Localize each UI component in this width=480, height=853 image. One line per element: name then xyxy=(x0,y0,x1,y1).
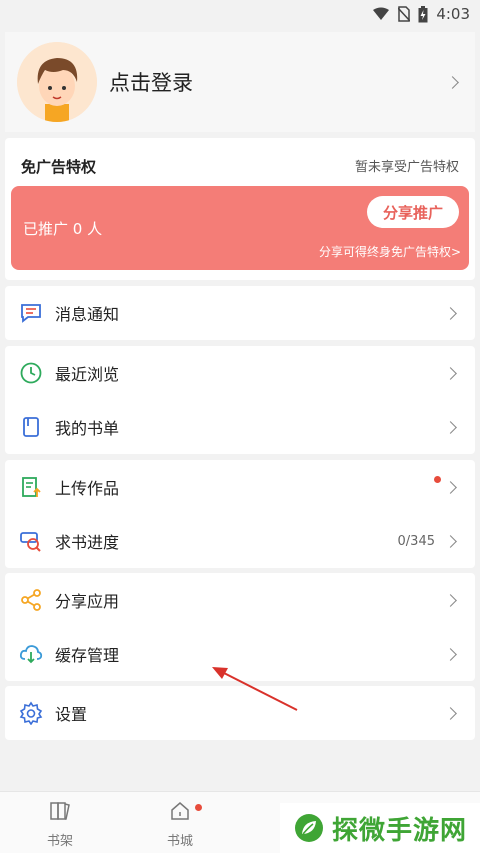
chevron-right-icon xyxy=(444,480,457,494)
message-icon xyxy=(19,301,43,325)
share-icon xyxy=(19,588,43,612)
menu-item-request-progress[interactable]: 求书进度 0/345 xyxy=(5,514,475,568)
menu-item-upload[interactable]: 上传作品 xyxy=(5,460,475,514)
share-tip-link[interactable]: 分享可得终身免广告特权> xyxy=(319,243,461,260)
promotion-banner: 已推广 0 人 分享推广 分享可得终身免广告特权> xyxy=(11,186,469,270)
tab-bookshelf[interactable]: 书架 xyxy=(30,800,90,849)
search-book-icon xyxy=(19,529,43,553)
watermark: 探微手游网 xyxy=(280,803,480,853)
menu-item-recent[interactable]: 最近浏览 xyxy=(5,346,475,400)
status-bar: 4:03 xyxy=(0,0,480,28)
bookshelf-icon xyxy=(49,800,71,826)
menu-label: 设置 xyxy=(55,705,88,724)
settings-icon xyxy=(19,701,43,725)
notification-dot xyxy=(434,476,441,483)
profile-login-row[interactable]: 点击登录 xyxy=(5,32,475,132)
request-progress-count: 0/345 xyxy=(397,533,435,549)
ad-privilege-title: 免广告特权 xyxy=(21,158,97,176)
cloud-download-icon xyxy=(19,642,43,666)
leaf-logo-icon xyxy=(294,813,324,843)
chevron-right-icon xyxy=(444,534,457,548)
clock-time: 4:03 xyxy=(436,5,470,23)
share-promote-button[interactable]: 分享推广 xyxy=(367,196,459,228)
chevron-right-icon xyxy=(444,420,457,434)
menu-label: 上传作品 xyxy=(55,479,120,498)
ad-privilege-status: 暂未享受广告特权 xyxy=(354,160,459,175)
avatar[interactable] xyxy=(17,42,97,122)
wifi-icon xyxy=(372,7,390,21)
menu-label: 缓存管理 xyxy=(55,646,120,665)
tab-bookstore[interactable]: 书城 xyxy=(150,800,210,849)
menu-group-messages: 消息通知 xyxy=(5,286,475,340)
menu-label: 分享应用 xyxy=(55,592,120,611)
chevron-right-icon xyxy=(446,75,459,89)
menu-group-settings: 设置 xyxy=(5,686,475,740)
store-icon xyxy=(169,800,191,826)
menu-item-settings[interactable]: 设置 xyxy=(5,686,475,740)
menu-group-app: 分享应用 缓存管理 xyxy=(5,573,475,681)
menu-group-reading: 最近浏览 我的书单 xyxy=(5,346,475,454)
notification-dot xyxy=(195,804,202,811)
menu-item-booklist[interactable]: 我的书单 xyxy=(5,400,475,454)
login-label[interactable]: 点击登录 xyxy=(109,67,193,97)
no-sim-icon xyxy=(398,6,411,22)
menu-label: 消息通知 xyxy=(55,305,120,324)
menu-item-share-app[interactable]: 分享应用 xyxy=(5,573,475,627)
watermark-text: 探微手游网 xyxy=(332,815,468,846)
tab-label: 书城 xyxy=(166,834,193,849)
chevron-right-icon xyxy=(444,593,457,607)
chevron-right-icon xyxy=(444,647,457,661)
chevron-right-icon xyxy=(444,366,457,380)
chevron-right-icon xyxy=(444,306,457,320)
chevron-right-icon xyxy=(444,706,457,720)
menu-group-works: 上传作品 求书进度 0/345 xyxy=(5,460,475,568)
menu-label: 最近浏览 xyxy=(55,365,120,384)
menu-label: 求书进度 xyxy=(55,533,120,552)
bookmark-icon xyxy=(19,415,43,439)
upload-icon xyxy=(19,475,43,499)
promoted-count: 已推广 0 人 xyxy=(23,220,103,238)
tab-label: 书架 xyxy=(46,834,73,849)
battery-charging-icon xyxy=(418,5,428,23)
ad-privilege-card: 免广告特权 暂未享受广告特权 已推广 0 人 分享推广 分享可得终身免广告特权> xyxy=(5,138,475,280)
clock-icon xyxy=(19,361,43,385)
menu-item-cache[interactable]: 缓存管理 xyxy=(5,627,475,681)
menu-item-messages[interactable]: 消息通知 xyxy=(5,286,475,340)
menu-label: 我的书单 xyxy=(55,419,120,438)
